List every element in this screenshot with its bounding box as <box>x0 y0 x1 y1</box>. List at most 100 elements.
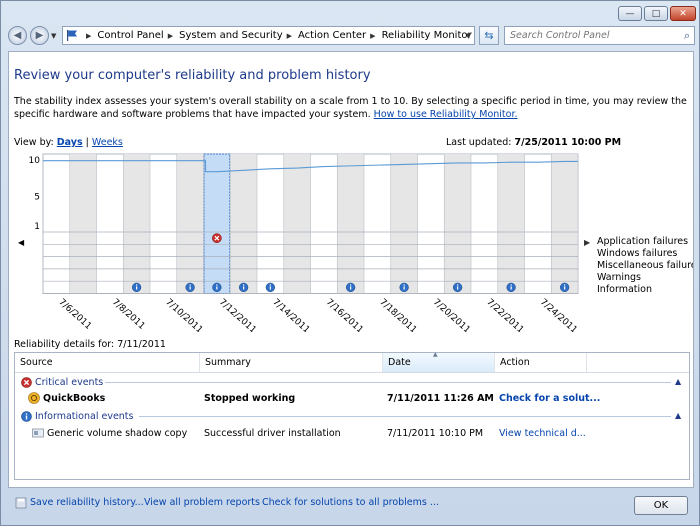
x-tick-label: 7/8/2011 <box>110 297 147 331</box>
y-tick-label: 5 <box>34 193 40 203</box>
last-updated-value: 7/25/2011 10:00 PM <box>514 137 622 148</box>
forward-arrow-icon: ▶ <box>35 30 44 41</box>
search-icon[interactable]: ⌕ <box>684 29 690 43</box>
group-critical-label: Critical events <box>35 376 104 388</box>
check-solutions-link[interactable]: Check for solutions to all problems ... <box>262 497 439 508</box>
scroll-left-icon[interactable]: ◀ <box>18 238 25 247</box>
group-divider <box>139 416 671 417</box>
view-weeks-link[interactable]: Weeks <box>92 137 123 148</box>
day-column <box>337 154 364 294</box>
x-tick-label: 7/16/2011 <box>324 297 365 332</box>
breadcrumb-separator-icon[interactable]: ▶ <box>370 32 375 40</box>
column-summary[interactable]: Summary <box>200 353 383 372</box>
legend-application-failures: Application failures <box>597 236 689 247</box>
info-event-dot <box>403 284 405 286</box>
quickbooks-icon <box>28 392 40 404</box>
info-event-glyph <box>243 286 245 290</box>
day-column <box>444 154 471 294</box>
y-tick-label: 10 <box>29 156 41 166</box>
collapse-informational-icon[interactable]: ▲ <box>675 411 681 420</box>
info-event-glyph <box>564 286 566 290</box>
save-history-icon <box>15 497 27 509</box>
address-bar[interactable]: ▶ Control Panel ▶ System and Security ▶ … <box>62 26 475 45</box>
breadcrumb-reliability-monitor[interactable]: Reliability Monitor <box>382 30 472 41</box>
breadcrumb-system-security[interactable]: System and Security <box>179 30 283 41</box>
breadcrumb-separator-icon[interactable]: ▶ <box>287 32 292 40</box>
view-days-link[interactable]: Days <box>57 137 83 148</box>
search-box[interactable]: ⌕ <box>504 26 695 45</box>
info-event-dot <box>269 284 272 286</box>
breadcrumb-separator-icon[interactable]: ▶ <box>86 32 91 40</box>
address-dropdown-icon[interactable]: ▼ <box>462 26 475 45</box>
x-tick-label: 7/12/2011 <box>217 297 258 332</box>
maximize-button[interactable]: □ <box>644 6 668 21</box>
breadcrumb-control-panel[interactable]: Control Panel <box>97 30 163 41</box>
info-event-glyph <box>510 286 512 290</box>
search-input[interactable] <box>505 29 680 42</box>
x-tick-label: 7/22/2011 <box>484 297 525 332</box>
details-label: Reliability details for: 7/11/2011 <box>14 339 166 350</box>
driver-icon <box>32 428 44 438</box>
y-tick-label: 1 <box>34 222 40 232</box>
close-button[interactable]: ✕ <box>670 6 696 21</box>
breadcrumb-separator-icon[interactable]: ▶ <box>168 32 173 40</box>
day-column <box>390 154 418 294</box>
group-divider <box>105 382 671 383</box>
info-event-dot <box>189 284 191 286</box>
info-event-dot <box>510 284 512 286</box>
scroll-right-icon[interactable]: ▶ <box>584 238 591 247</box>
collapse-critical-icon[interactable]: ▲ <box>675 377 681 386</box>
day-column <box>497 154 525 294</box>
legend-information: Information <box>597 284 652 295</box>
info-source: Generic volume shadow copy <box>47 427 188 439</box>
refresh-icon: ⇆ <box>484 29 494 42</box>
group-informational-label: Informational events <box>35 410 134 422</box>
info-event-dot <box>242 284 245 286</box>
page-title: Review your computer's reliability and p… <box>14 68 371 83</box>
description-text: The stability index assesses your system… <box>14 96 687 120</box>
info-event-dot <box>135 284 138 286</box>
day-column <box>176 154 204 294</box>
critical-action-link[interactable]: Check for a solut... <box>499 391 600 405</box>
x-tick-label: 7/20/2011 <box>431 297 472 332</box>
ok-button[interactable]: OK <box>634 496 688 515</box>
back-button[interactable]: ◀ <box>8 26 27 45</box>
refresh-button[interactable]: ⇆ <box>479 26 499 45</box>
x-tick-label: 7/18/2011 <box>377 297 418 332</box>
column-date[interactable]: Date ▲ <box>383 351 495 372</box>
critical-summary: Stopped working <box>204 392 296 404</box>
critical-icon <box>21 376 32 388</box>
action-center-flag-icon <box>67 30 77 41</box>
critical-source: QuickBooks <box>43 392 106 404</box>
reliability-monitor-window: — □ ✕ ◀ ▶ ▼ ▶ Control Panel ▶ System and… <box>0 0 700 526</box>
column-source[interactable]: Source <box>15 353 200 372</box>
table-row[interactable]: QuickBooks <box>28 391 105 405</box>
content-pane: Review your computer's reliability and p… <box>8 51 694 488</box>
group-critical-events[interactable]: Critical events <box>21 375 671 389</box>
day-column <box>283 154 311 294</box>
view-separator: | <box>85 137 89 148</box>
group-informational-events[interactable]: Informational events <box>21 409 671 423</box>
details-table: Source Summary Date ▲ Action Critical ev… <box>14 351 690 480</box>
selected-day-column[interactable] <box>203 153 231 294</box>
x-tick-label: 7/24/2011 <box>538 297 579 332</box>
column-action[interactable]: Action <box>495 353 587 372</box>
x-tick-label: 7/10/2011 <box>163 297 204 332</box>
breadcrumb-action-center[interactable]: Action Center <box>298 30 366 41</box>
help-link[interactable]: How to use Reliability Monitor. <box>374 109 518 120</box>
table-row[interactable]: Generic volume shadow copy <box>32 426 187 440</box>
recent-pages-chevron-icon[interactable]: ▼ <box>51 32 56 40</box>
last-updated: Last updated: 7/25/2011 10:00 PM <box>446 137 621 148</box>
page-description: The stability index assesses your system… <box>14 95 693 121</box>
info-event-dot <box>216 284 218 286</box>
view-problem-reports-link[interactable]: View all problem reports <box>144 497 260 508</box>
minimize-button[interactable]: — <box>618 6 642 21</box>
last-updated-label: Last updated: <box>446 137 512 148</box>
stability-chart[interactable]: 10 5 1 ◀ ▶ 7/6/2011 7/8/2011 7/10/2011 7/12/2011… <box>12 150 597 332</box>
save-history-link[interactable]: Save reliability history... <box>30 497 144 508</box>
info-action-link[interactable]: View technical d... <box>499 426 586 440</box>
forward-button[interactable]: ▶ <box>30 26 49 45</box>
back-arrow-icon: ◀ <box>13 30 22 41</box>
info-event-dot <box>349 284 352 286</box>
footer: Save reliability history... View all pro… <box>1 489 700 527</box>
